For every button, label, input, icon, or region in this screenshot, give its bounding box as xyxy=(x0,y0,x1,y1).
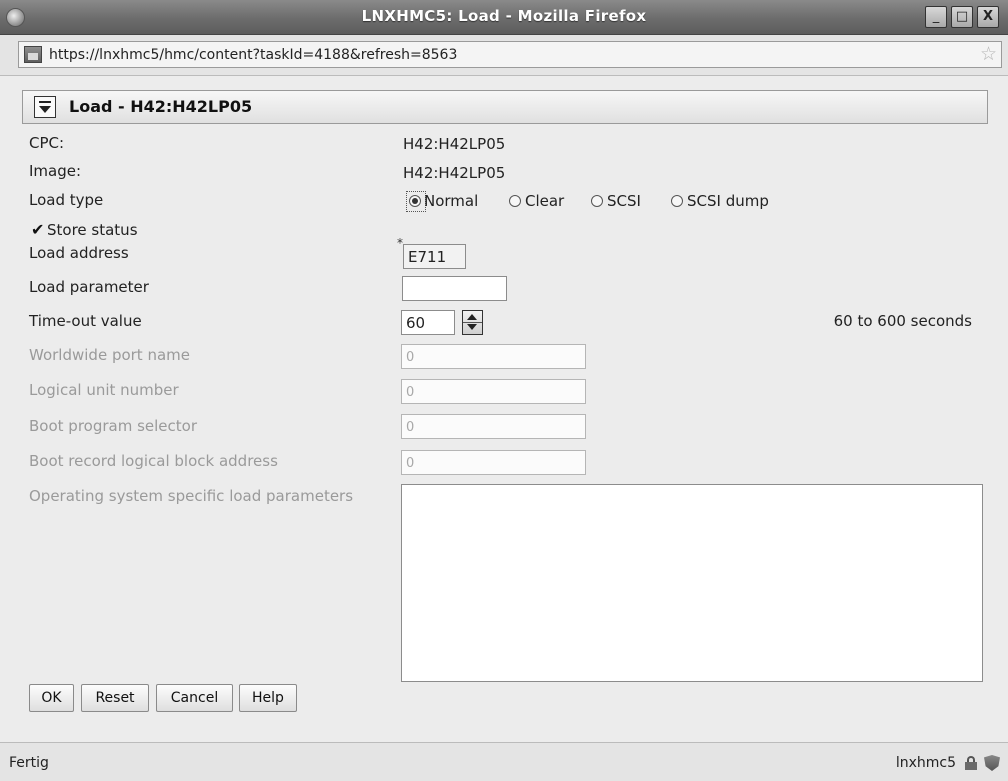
image-value: H42:H42LP05 xyxy=(403,164,506,182)
image-label: Image: xyxy=(29,162,82,180)
radio-clear-label[interactable]: Clear xyxy=(525,192,564,210)
load-parameter-label: Load parameter xyxy=(29,278,149,296)
radio-clear[interactable] xyxy=(509,195,521,207)
timeout-label: Time-out value xyxy=(29,312,142,330)
store-status-checkbox[interactable]: ✔ xyxy=(31,220,44,239)
spinner-up-icon[interactable] xyxy=(467,314,477,320)
timeout-spinner[interactable] xyxy=(462,310,483,335)
os-params-textarea[interactable] xyxy=(401,484,983,682)
page-content: Load - H42:H42LP05 CPC: H42:H42LP05 Imag… xyxy=(0,76,1008,742)
help-button[interactable]: Help xyxy=(239,684,297,712)
host-name: lnxhmc5 xyxy=(895,755,956,771)
ok-button[interactable]: OK xyxy=(29,684,74,712)
status-bar: Fertig lnxhmc5 xyxy=(0,742,1008,781)
close-button[interactable]: X xyxy=(977,6,999,28)
boot-record-input[interactable] xyxy=(401,450,586,475)
boot-program-label: Boot program selector xyxy=(29,417,198,435)
panel-header: Load - H42:H42LP05 xyxy=(22,90,988,124)
cpc-label: CPC: xyxy=(29,134,65,152)
radio-scsi[interactable] xyxy=(591,195,603,207)
radio-scsi-label[interactable]: SCSI xyxy=(607,192,641,210)
reset-button[interactable]: Reset xyxy=(81,684,149,712)
store-status-label[interactable]: Store status xyxy=(47,221,138,239)
lock-icon[interactable] xyxy=(964,756,978,770)
window-titlebar: LNXHMC5: Load - Mozilla Firefox _ □ X xyxy=(0,0,1008,35)
addon-shield-icon[interactable] xyxy=(984,755,1000,771)
minimize-button[interactable]: _ xyxy=(925,6,947,28)
timeout-input[interactable] xyxy=(401,310,455,335)
load-parameter-input[interactable] xyxy=(402,276,507,301)
boot-program-input[interactable] xyxy=(401,414,586,439)
load-type-label: Load type xyxy=(29,191,104,209)
site-identity-icon[interactable] xyxy=(24,46,42,63)
lun-label: Logical unit number xyxy=(29,381,179,399)
collapse-menu-icon[interactable] xyxy=(34,96,56,118)
boot-record-label: Boot record logical block address xyxy=(29,452,278,470)
load-address-label: Load address xyxy=(29,244,129,262)
radio-scsi-dump[interactable] xyxy=(671,195,683,207)
status-text: Fertig xyxy=(9,755,49,771)
cancel-button[interactable]: Cancel xyxy=(156,684,233,712)
panel-title: Load - H42:H42LP05 xyxy=(69,97,253,116)
os-params-label: Operating system specific load parameter… xyxy=(29,487,354,505)
url-bar: https://lnxhmc5/hmc/content?taskId=4188&… xyxy=(0,35,1008,76)
wwpn-input[interactable] xyxy=(401,344,586,369)
spinner-down-icon[interactable] xyxy=(467,324,477,330)
wwpn-label: Worldwide port name xyxy=(29,346,190,364)
timeout-hint: 60 to 600 seconds xyxy=(833,312,972,330)
radio-normal-label[interactable]: Normal xyxy=(424,192,478,210)
window-title: LNXHMC5: Load - Mozilla Firefox xyxy=(361,7,647,25)
lun-input[interactable] xyxy=(401,379,586,404)
cpc-value: H42:H42LP05 xyxy=(403,135,506,153)
maximize-button[interactable]: □ xyxy=(951,6,973,28)
bookmark-star-icon[interactable]: ☆ xyxy=(980,43,997,65)
load-address-input[interactable] xyxy=(403,244,466,269)
radio-scsi-dump-label[interactable]: SCSI dump xyxy=(687,192,769,210)
url-text[interactable]: https://lnxhmc5/hmc/content?taskId=4188&… xyxy=(49,47,457,63)
url-field[interactable]: https://lnxhmc5/hmc/content?taskId=4188&… xyxy=(18,41,1002,68)
radio-normal[interactable] xyxy=(409,195,421,207)
